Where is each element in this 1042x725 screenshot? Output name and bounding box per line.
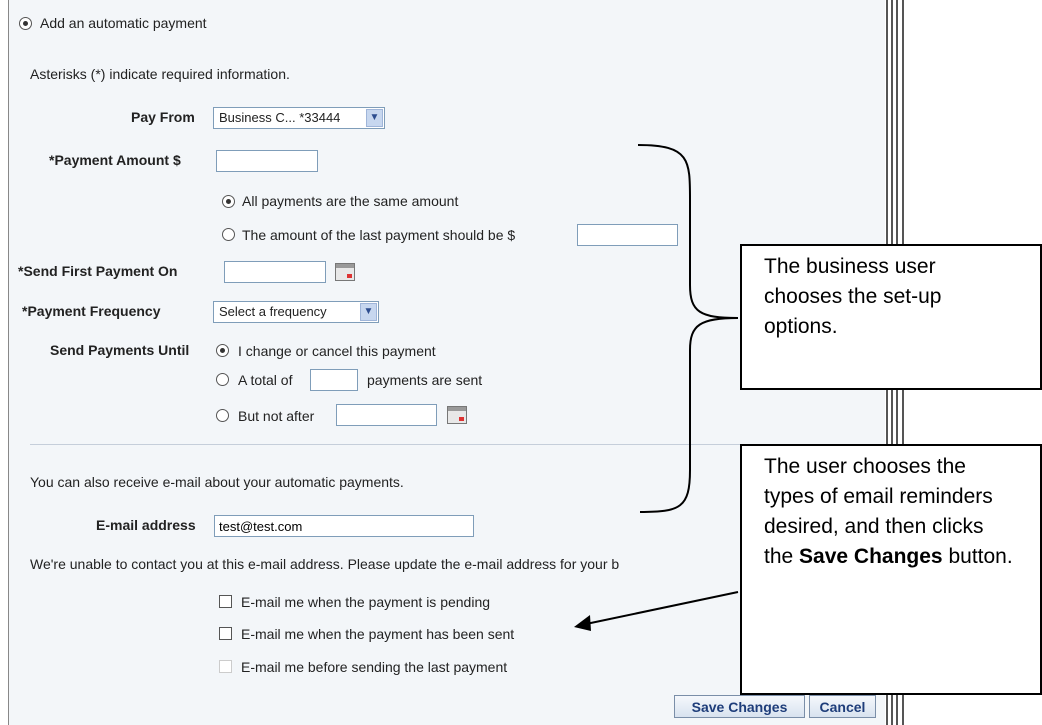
email-callout: The user chooses the types of email remi…	[740, 444, 1042, 695]
screenshot-frame: Add an automatic payment Asterisks (*) i…	[0, 0, 1042, 725]
setup-callout: The business user chooses the set-up opt…	[740, 244, 1042, 390]
email-callout-bold: Save Changes	[799, 545, 943, 568]
arrow-line	[585, 591, 739, 625]
curly-brace	[637, 144, 739, 513]
email-callout-end: button.	[948, 545, 1013, 568]
arrow-head-icon	[574, 615, 591, 631]
setup-callout-text: The business user chooses the set-up opt…	[764, 255, 942, 338]
